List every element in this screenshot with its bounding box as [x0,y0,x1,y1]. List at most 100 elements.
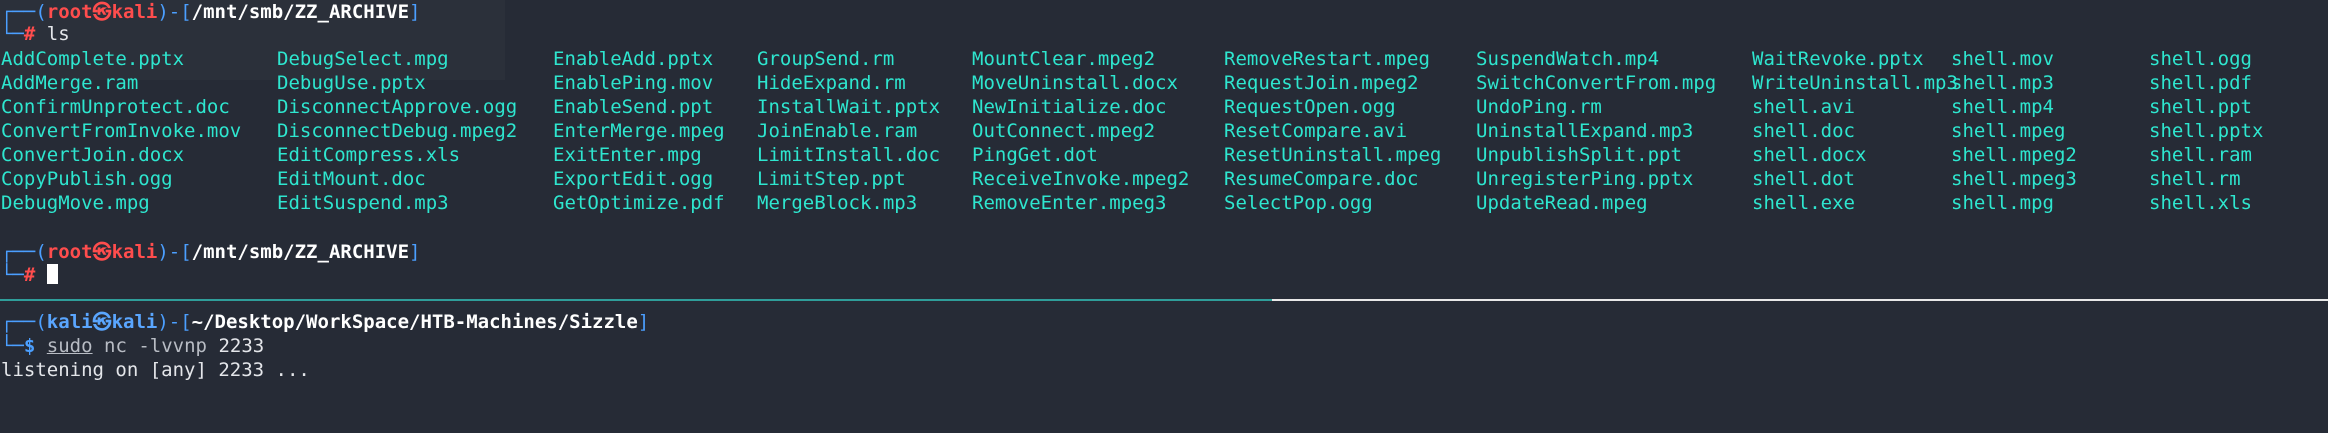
file-entry: SwitchConvertFrom.mpg [1476,72,1717,94]
prompt-path: ~/Desktop/WorkSpace/HTB-Machines/Sizzle [191,311,638,333]
prompt-paren: ( [35,241,47,263]
file-entry: shell.docx [1752,144,1867,166]
file-entry: shell.ogg [2149,48,2252,70]
file-entry: DisconnectDebug.mpeg2 [277,120,518,142]
file-entry: RequestJoin.mpeg2 [1224,72,1419,94]
prompt-input-line[interactable]: └─# [1,263,58,287]
file-entry: OutConnect.mpeg2 [972,120,1156,142]
prompt-paren: ) [157,1,169,23]
prompt-at-icon: ㉿ [92,241,112,263]
file-entry: shell.mov [1951,48,2054,70]
prompt-at-icon: ㉿ [92,1,112,23]
prompt-host: kali [111,241,158,263]
prompt-corner: ┌── [1,1,36,23]
file-entry: MountClear.mpeg2 [972,48,1156,70]
file-entry: ConvertJoin.docx [1,144,185,166]
prompt-separator: -[ [168,241,192,263]
file-entry: EnablePing.mov [553,72,714,94]
file-entry: shell.ppt [2149,96,2252,118]
prompt-separator: -[ [168,311,192,333]
prompt-header-line: ┌──(kali㉿kali)-[~/Desktop/WorkSpace/HTB-… [1,310,649,334]
pane-divider[interactable] [1272,299,2328,301]
file-entry: shell.ram [2149,144,2252,166]
file-entry: shell.avi [1752,96,1855,118]
prompt-corner: ┌── [1,311,36,333]
file-entry: EditCompress.xls [277,144,461,166]
prompt-paren: ) [157,311,169,333]
file-entry: MergeBlock.mp3 [757,192,918,214]
file-entry: JoinEnable.ram [757,120,918,142]
file-entry: DebugMove.mpg [1,192,150,214]
file-entry: shell.mpeg2 [1951,144,2077,166]
file-entry: ResetCompare.avi [1224,120,1408,142]
file-entry: DebugSelect.mpg [277,48,449,70]
file-entry: ConfirmUnprotect.doc [1,96,230,118]
file-entry: EditSuspend.mp3 [277,192,449,214]
file-entry: WaitRevoke.pptx [1752,48,1924,70]
file-entry: shell.doc [1752,120,1855,142]
file-entry: shell.xls [2149,192,2252,214]
pane-divider-active[interactable] [0,299,1272,301]
file-entry: shell.dot [1752,168,1855,190]
file-entry: UnpublishSplit.ppt [1476,144,1682,166]
terminal-pane-bottom[interactable]: ┌──(kali㉿kali)-[~/Desktop/WorkSpace/HTB-… [0,302,2328,433]
prompt-at-icon: ㉿ [92,311,112,333]
file-entry: EnableSend.ppt [553,96,714,118]
file-entry: EnterMerge.mpeg [553,120,725,142]
prompt-user: kali [46,311,93,333]
file-entry: DisconnectApprove.ogg [277,96,518,118]
prompt-user: root [46,241,93,263]
command-port: 2233 [218,335,265,357]
prompt-symbol: # [23,264,36,286]
command-args: -lvvnp [138,335,207,357]
prompt-corner: ┌── [1,241,36,263]
prompt-paren: ( [35,311,47,333]
file-entry: ConvertFromInvoke.mov [1,120,242,142]
prompt-symbol: $ [23,335,36,357]
file-entry: shell.pdf [2149,72,2252,94]
prompt-paren: ) [157,241,169,263]
file-entry: ResetUninstall.mpeg [1224,144,1442,166]
file-entry: shell.mp4 [1951,96,2054,118]
file-entry: ResumeCompare.doc [1224,168,1419,190]
file-entry: shell.mpeg3 [1951,168,2077,190]
file-entry: shell.mp3 [1951,72,2054,94]
prompt-corner: └─ [1,335,24,357]
prompt-corner: └─ [1,264,24,286]
file-entry: MoveUninstall.docx [972,72,1178,94]
file-entry: HideExpand.rm [757,72,906,94]
file-entry: shell.exe [1752,192,1855,214]
text-cursor [46,264,58,284]
file-entry: ReceiveInvoke.mpeg2 [972,168,1190,190]
prompt-bracket: ] [409,241,421,263]
prompt-user: root [46,1,93,23]
prompt-command-line: └─# ls [1,22,70,46]
file-entry: PingGet.dot [972,144,1098,166]
file-entry: InstallWait.pptx [757,96,941,118]
file-entry: LimitStep.ppt [757,168,906,190]
prompt-bracket: ] [409,1,421,23]
prompt-bracket: ] [637,311,650,333]
file-entry: UnregisterPing.pptx [1476,168,1694,190]
file-entry: UninstallExpand.mp3 [1476,120,1694,142]
file-entry: RemoveEnter.mpeg3 [972,192,1167,214]
command-sudo: sudo [46,335,93,357]
file-entry: shell.mpeg [1951,120,2066,142]
file-entry: shell.rm [2149,168,2241,190]
prompt-host: kali [111,311,158,333]
prompt-path: /mnt/smb/ZZ_ARCHIVE [191,1,410,23]
file-entry: EnableAdd.pptx [553,48,714,70]
command-name: nc [104,335,127,357]
file-entry: GroupSend.rm [757,48,895,70]
command-output: listening on [any] 2233 ... [1,359,310,381]
file-entry: RequestOpen.ogg [1224,96,1396,118]
file-entry: SelectPop.ogg [1224,192,1373,214]
file-entry: LimitInstall.doc [757,144,941,166]
file-entry: shell.mpg [1951,192,2054,214]
file-entry: DebugUse.pptx [277,72,426,94]
prompt-command-line: └─$ sudo nc -lvvnp 2233 [1,334,264,358]
file-entry: UndoPing.rm [1476,96,1602,118]
terminal-pane-top[interactable]: ┌──(root㉿kali)-[/mnt/smb/ZZ_ARCHIVE] └─#… [0,0,2328,297]
file-entry: UpdateRead.mpeg [1476,192,1648,214]
file-entry: AddMerge.ram [1,72,139,94]
